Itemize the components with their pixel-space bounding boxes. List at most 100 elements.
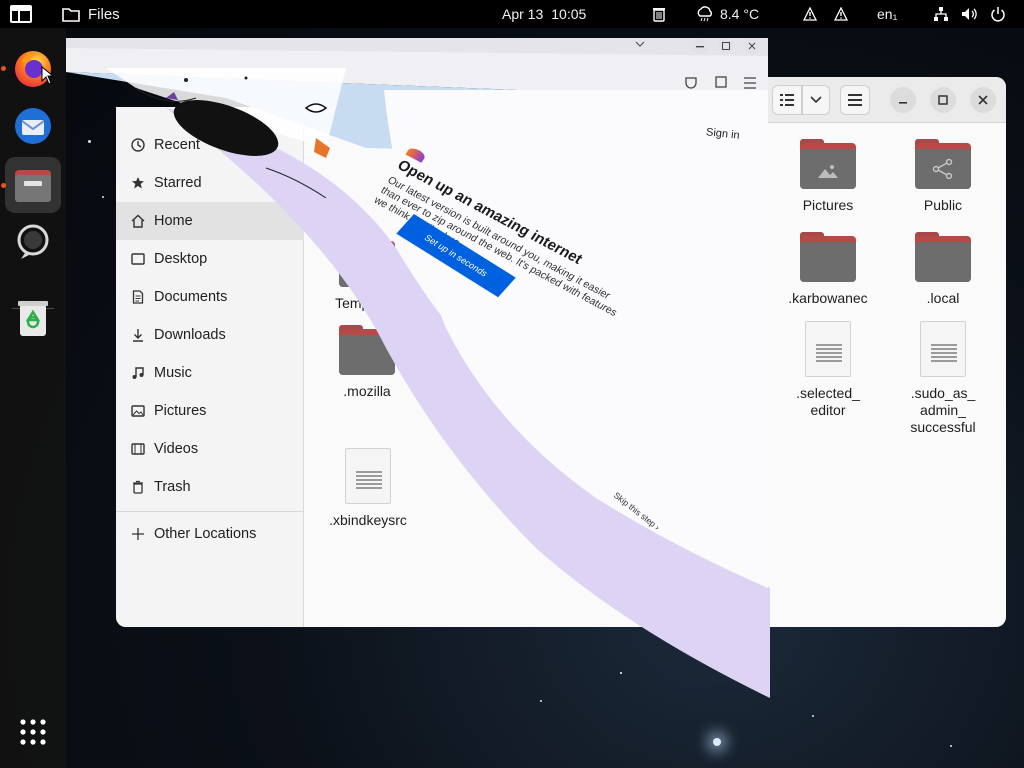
picture-icon [130, 403, 146, 419]
maximize-button[interactable] [930, 87, 956, 113]
activities-button[interactable] [10, 0, 32, 28]
file-label: .karbowanec [788, 290, 868, 306]
file-item-local[interactable]: .local [888, 232, 998, 306]
music-icon [130, 365, 146, 381]
file-label: .sudo_as_ admin_ successful [910, 385, 976, 435]
files-icon [15, 170, 51, 202]
app-menu[interactable]: Files [62, 0, 120, 28]
file-item-karbowanec[interactable]: .karbowanec [773, 232, 883, 306]
sidebar-item-home[interactable]: Home [116, 202, 304, 240]
dock-item-files[interactable] [5, 157, 61, 213]
clock[interactable]: Apr 13 10:05 [502, 0, 586, 28]
time-label: 10:05 [551, 6, 587, 22]
file-label: .local [926, 290, 960, 306]
trash-icon [130, 479, 146, 495]
dock-item-help[interactable] [5, 214, 61, 270]
files-window-right: Pictures Public .karbowanec .local .sele… [768, 77, 1006, 627]
sidebar-item-recent[interactable]: Recent [116, 126, 304, 164]
text-file-icon [345, 448, 391, 504]
file-label: Pictures [802, 197, 854, 213]
folder-icon [339, 325, 395, 375]
hamburger-menu-icon [848, 94, 862, 106]
view-list-button[interactable] [772, 85, 802, 115]
power-indicator[interactable] [990, 0, 1006, 28]
sidebar-item-other-locations[interactable]: Other Locations [116, 515, 304, 553]
download-icon [130, 327, 146, 343]
close-button[interactable] [970, 87, 996, 113]
sidebar-item-music[interactable]: Music [116, 354, 304, 392]
minimize-button[interactable] [890, 87, 916, 113]
file-item-bash[interactable]: .bash_ [406, 325, 516, 399]
firefox-toolbar-icons [685, 76, 756, 89]
file-item-public[interactable]: Public [888, 139, 998, 213]
folder-icon [62, 8, 80, 22]
chevron-down-icon [810, 96, 822, 104]
minimize-icon [899, 102, 907, 104]
text-file-icon [920, 321, 966, 377]
video-icon [130, 441, 146, 457]
keyboard-layout-indicator[interactable]: en₁ [877, 0, 897, 28]
show-apps-button[interactable] [19, 718, 47, 749]
sidebar-item-label: Home [154, 213, 193, 229]
volume-indicator[interactable] [961, 0, 979, 28]
dock-item-firefox[interactable] [5, 40, 61, 96]
sidebar-item-label: Recent [154, 137, 200, 153]
sidebar-item-desktop[interactable]: Desktop [116, 240, 304, 278]
rain-cloud-icon [697, 6, 712, 22]
dock [0, 28, 66, 768]
dock-item-trash[interactable] [5, 290, 61, 346]
help-icon [17, 224, 49, 259]
mouse-cursor-icon [41, 66, 55, 85]
network-icon [934, 7, 948, 21]
folder-icon [915, 139, 971, 189]
trash-indicator-icon [653, 8, 665, 22]
thunderbird-icon [15, 108, 51, 144]
file-label: Templates [335, 295, 399, 311]
folder-icon [339, 237, 395, 287]
date-label: Apr 13 [502, 6, 544, 22]
file-label: .xbindkeysrc [329, 512, 407, 528]
sidebar-item-label: Trash [154, 479, 191, 495]
picture-emblem-icon [818, 165, 838, 178]
warning-icon [834, 7, 848, 21]
sidebar-item-trash[interactable]: Trash [116, 468, 304, 506]
temperature-label: 8.4 °C [720, 6, 760, 22]
recycle-icon [18, 301, 48, 336]
main-menu-button[interactable] [840, 85, 870, 115]
sidebar-item-starred[interactable]: Starred [116, 164, 304, 202]
warning-indicator-1[interactable] [803, 0, 817, 28]
network-indicator[interactable] [933, 0, 949, 28]
sidebar-separator [116, 511, 304, 512]
dock-item-thunderbird[interactable] [5, 98, 61, 154]
folder-icon [800, 232, 856, 282]
share-emblem-icon [932, 159, 953, 179]
top-bar: Files Apr 13 10:05 8.4 °C en₁ [0, 0, 1024, 28]
sidebar-item-label: Desktop [154, 251, 208, 267]
sidebar-item-label: Music [154, 365, 192, 381]
close-icon [978, 95, 988, 105]
file-item-xbindkeysrc[interactable]: .xbindkeysrc [313, 448, 423, 528]
file-item-templates[interactable]: Templates [312, 237, 422, 311]
view-options-button[interactable] [802, 85, 830, 115]
file-item-pictures[interactable]: Pictures [773, 139, 883, 213]
sidebar-item-label: Starred [154, 175, 202, 191]
sidebar-item-pictures[interactable]: Pictures [116, 392, 304, 430]
activities-icon [10, 5, 32, 23]
file-label: .selected_ editor [796, 385, 860, 418]
star-icon [130, 175, 146, 191]
text-file-icon [805, 321, 851, 377]
warning-icon [803, 7, 817, 21]
file-item-sudo-as-admin[interactable]: .sudo_as_ admin_ successful [888, 321, 998, 436]
file-label: .bash_ [440, 383, 483, 399]
trash-indicator[interactable] [651, 0, 667, 28]
sidebar-item-videos[interactable]: Videos [116, 430, 304, 468]
sidebar-item-downloads[interactable]: Downloads [116, 316, 304, 354]
power-icon [991, 7, 1005, 22]
warning-indicator-2[interactable] [834, 0, 848, 28]
files-window-left: Recent Starred Home Desktop Documents Do… [116, 107, 768, 627]
sidebar-item-label: Documents [154, 289, 228, 305]
document-icon [130, 289, 146, 305]
file-item-selected-editor[interactable]: .selected_ editor [773, 321, 883, 419]
weather-indicator[interactable]: 8.4 °C [696, 0, 759, 28]
sidebar-item-documents[interactable]: Documents [116, 278, 304, 316]
